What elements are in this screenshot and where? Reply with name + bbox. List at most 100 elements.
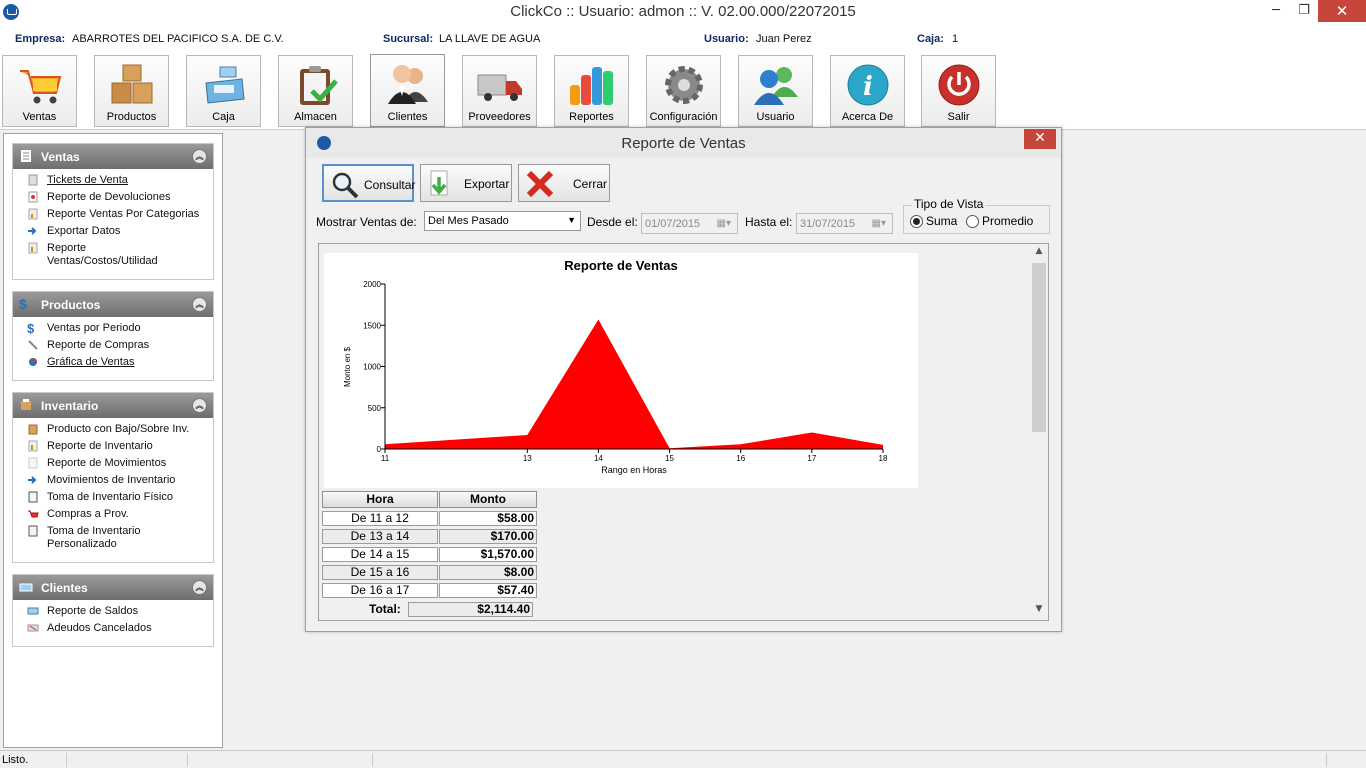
sidebar-item-ventas-por-periodo[interactable]: $ Ventas por Periodo (13, 322, 213, 339)
sidebar-item-movimientos-inventario[interactable]: Movimientos de Inventario (13, 474, 213, 491)
toolbar-button-usuario[interactable]: Usuario (738, 55, 813, 127)
power-icon (938, 64, 979, 106)
panel-header-inventario[interactable]: Inventario ︽ (13, 393, 213, 418)
sidebar-item-reporte-costos[interactable]: Reporte Ventas/Costos/Utilidad (13, 242, 173, 268)
sidebar-item-reporte-devoluciones[interactable]: Reporte de Devoluciones (13, 191, 213, 208)
sidebar-item-label: Reporte de Compras (47, 339, 150, 351)
tipo-vista-title: Tipo de Vista (912, 197, 986, 211)
sucursal-value: LA LLAVE DE AGUA (439, 33, 541, 45)
mostrar-ventas-select[interactable]: Del Mes Pasado ▼ (424, 211, 581, 231)
y-tick-label: 2000 (363, 280, 381, 289)
cerrar-label: Cerrar (573, 177, 608, 191)
caja-label: Caja: (917, 33, 944, 45)
scroll-up-arrow-icon[interactable]: ▲ (1030, 246, 1048, 260)
collapse-icon[interactable]: ︽ (192, 398, 207, 413)
desde-date-picker[interactable]: 01/07/2015 ▦▾ (641, 213, 738, 234)
sidebar-item-toma-inventario-fisico[interactable]: Toma de Inventario Físico (13, 491, 213, 508)
hasta-label: Hasta el: (745, 215, 793, 229)
purchase-icon (28, 340, 38, 350)
toolbar-button-salir[interactable]: Salir (921, 55, 996, 127)
maximize-button[interactable]: ❐ (1290, 0, 1318, 22)
gear-icon (664, 66, 703, 104)
radio-circle (966, 215, 979, 228)
y-tick-label: 500 (368, 404, 382, 413)
boxes-icon (111, 64, 152, 104)
vertical-scrollbar[interactable]: ▲ ▼ (1030, 244, 1048, 620)
mostrar-ventas-label: Mostrar Ventas de: (316, 215, 417, 229)
inventory-icon (21, 399, 31, 410)
panel-header-clientes[interactable]: Clientes ︽ (13, 575, 213, 600)
toolbar-label: Productos (106, 111, 157, 123)
panel-header-productos[interactable]: $ Productos ︽ (13, 292, 213, 317)
export-down-icon (430, 170, 448, 196)
sidebar-item-reporte-saldos[interactable]: Reporte de Saldos (13, 605, 213, 622)
x-tick-label: 11 (381, 454, 390, 463)
sidebar-item-reporte-categorias[interactable]: Reporte Ventas Por Categorias (13, 208, 213, 225)
calendar-icon: ▦▾ (716, 218, 731, 229)
hasta-date-picker[interactable]: 31/07/2015 ▦▾ (796, 213, 893, 234)
collapse-icon[interactable]: ︽ (192, 297, 207, 312)
panel-header-ventas[interactable]: Ventas ︽ (13, 144, 213, 169)
toolbar-button-almacen[interactable]: Almacen (278, 55, 353, 127)
status-separator (1326, 753, 1327, 767)
toolbar-button-caja[interactable]: Caja (186, 55, 261, 127)
toolbar-button-productos[interactable]: Productos (94, 55, 169, 127)
sidebar-item-reporte-compras[interactable]: Reporte de Compras (13, 339, 213, 356)
sidebar-item-adeudos-cancelados[interactable]: Adeudos Cancelados (13, 622, 213, 639)
toolbar-button-configuracion[interactable]: Configuración (646, 55, 721, 127)
dialog-close-button[interactable]: ✕ (1024, 129, 1056, 149)
notepad-icon (28, 491, 38, 503)
scroll-thumb[interactable] (1032, 263, 1046, 432)
sidebar-item-toma-personalizado[interactable]: Toma de Inventario Personalizado (13, 525, 163, 551)
toolbar-button-acerca-de[interactable]: i Acerca De (830, 55, 905, 127)
cerrar-button[interactable]: Cerrar (518, 164, 610, 202)
sidebar-item-label: Reporte Ventas/Costos/Utilidad (47, 242, 158, 267)
sidebar-item-tickets-de-venta[interactable]: Tickets de Venta (13, 174, 213, 191)
dialog-title: Reporte de Ventas (621, 135, 746, 152)
collapse-icon[interactable]: ︽ (192, 580, 207, 595)
toolbar-button-ventas[interactable]: Ventas (2, 55, 77, 127)
window-titlebar: ClickCo :: Usuario: admon :: V. 02.00.00… (0, 0, 1366, 24)
table-cell-monto: $57.40 (439, 583, 537, 598)
chart-y-axis-label: Monto en $ (343, 346, 352, 387)
dialog-titlebar[interactable]: Reporte de Ventas ✕ (306, 128, 1061, 158)
toolbar-button-clientes[interactable]: Clientes (370, 54, 445, 127)
svg-text:i: i (863, 72, 873, 102)
sidebar-item-reporte-movimientos[interactable]: Reporte de Movimientos (13, 457, 213, 474)
sidebar-item-compras-prov[interactable]: Compras a Prov. (13, 508, 213, 525)
scroll-down-arrow-icon[interactable]: ▼ (1030, 604, 1048, 618)
toolbar-label: Usuario (756, 111, 795, 123)
toolbar-label: Clientes (387, 111, 428, 123)
sidebar-item-label: Reporte de Devoluciones (47, 191, 171, 203)
sidebar-item-label: Tickets de Venta (47, 174, 128, 186)
red-x-icon (526, 170, 554, 198)
toolbar-button-reportes[interactable]: Reportes (554, 55, 629, 127)
sidebar-item-grafica-ventas[interactable]: Gráfica de Ventas (13, 356, 213, 373)
dollar-icon: $ (27, 321, 35, 336)
sidebar-item-exportar-datos[interactable]: Exportar Datos (13, 225, 213, 242)
exportar-button[interactable]: Exportar (420, 164, 512, 202)
minimize-button[interactable]: ─ (1262, 0, 1290, 22)
sidebar-item-label: Reporte de Movimientos (47, 457, 167, 469)
movement-report-icon (28, 457, 38, 469)
status-separator (66, 753, 67, 767)
sidebar-item-label: Movimientos de Inventario (47, 474, 176, 486)
sidebar-item-label: Producto con Bajo/Sobre Inv. (47, 423, 190, 435)
radio-promedio[interactable]: Promedio (966, 214, 1033, 228)
sidebar-item-label: Toma de Inventario Físico (47, 491, 173, 503)
collapse-icon[interactable]: ︽ (192, 149, 207, 164)
toolbar-label: Configuración (649, 111, 718, 123)
stock-level-icon (28, 424, 38, 435)
tipo-vista-group: Tipo de Vista Suma Promedio (903, 197, 1050, 234)
table-header-hora: Hora (322, 491, 438, 508)
toolbar-button-proveedores[interactable]: Proveedores (462, 55, 537, 127)
radio-suma[interactable]: Suma (910, 214, 957, 228)
sidebar-item-reporte-inventario[interactable]: Reporte de Inventario (13, 440, 213, 457)
sidebar-item-bajo-sobre-inv[interactable]: Producto con Bajo/Sobre Inv. (13, 423, 213, 440)
table-header-monto: Monto (439, 491, 537, 508)
desde-label: Desde el: (587, 215, 638, 229)
close-window-button[interactable]: ✕ (1318, 0, 1366, 22)
move-arrow-icon (28, 476, 37, 484)
empresa-value: ABARROTES DEL PACIFICO S.A. DE C.V. (72, 33, 284, 45)
consultar-button[interactable]: Consultar (322, 164, 415, 202)
